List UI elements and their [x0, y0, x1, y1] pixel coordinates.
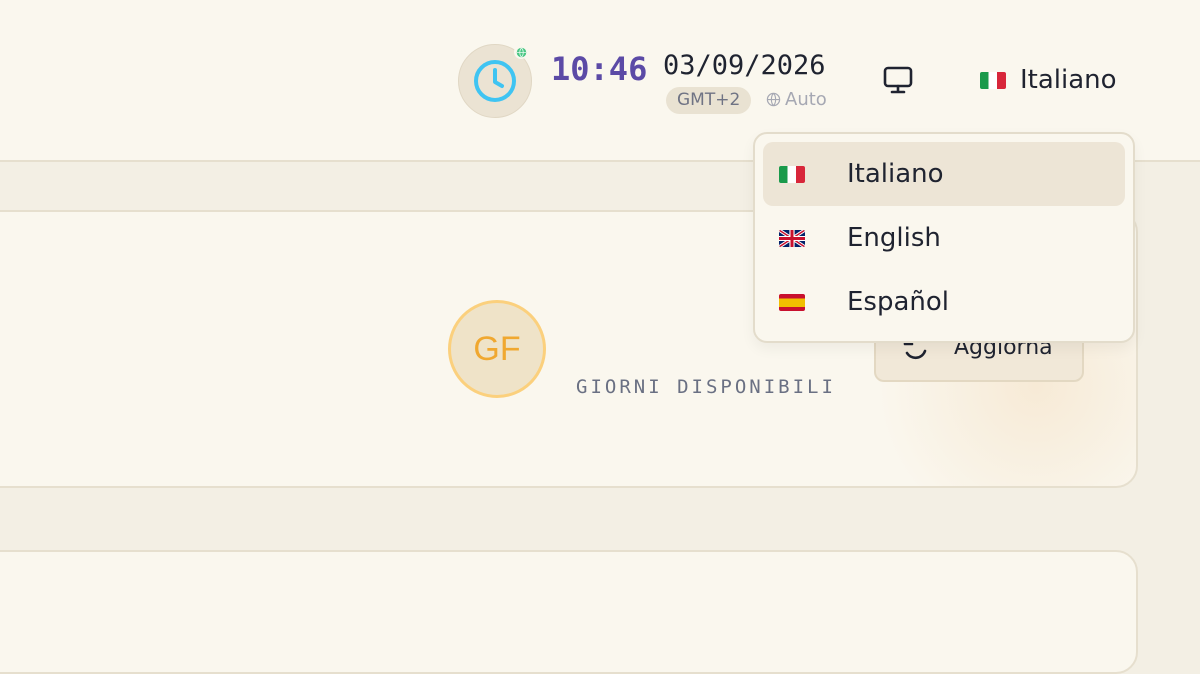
clock-icon	[474, 60, 516, 102]
timezone-mode-label: Auto	[785, 89, 827, 110]
timezone-mode: Auto	[766, 89, 827, 110]
secondary-card	[0, 550, 1138, 674]
current-date: 03/09/2026	[663, 50, 826, 81]
globe-icon	[516, 47, 526, 57]
uk-flag-icon	[779, 229, 805, 247]
language-selector-button[interactable]: Italiano	[980, 60, 1117, 100]
language-option-english[interactable]: English	[763, 206, 1125, 270]
current-time: 10:46	[551, 50, 648, 88]
language-option-espanol[interactable]: Español	[763, 270, 1125, 334]
language-selected-label: Italiano	[1020, 65, 1117, 95]
language-option-italiano[interactable]: Italiano	[763, 142, 1125, 206]
timezone-badge: GMT+2	[666, 87, 752, 114]
language-option-label: Español	[847, 287, 950, 317]
language-option-label: English	[847, 223, 941, 253]
available-days-label: GIORNI DISPONIBILI	[576, 376, 836, 398]
language-option-label: Italiano	[847, 159, 944, 189]
display-mode-button[interactable]	[876, 60, 920, 100]
language-dropdown: Italiano English Español	[753, 132, 1135, 343]
spain-flag-icon	[779, 293, 805, 311]
italy-flag-icon	[980, 71, 1006, 89]
monitor-icon	[883, 66, 913, 94]
sync-status-indicator	[514, 45, 528, 59]
italy-flag-icon	[779, 165, 805, 183]
globe-icon	[766, 92, 781, 107]
avatar: GF	[448, 300, 546, 398]
